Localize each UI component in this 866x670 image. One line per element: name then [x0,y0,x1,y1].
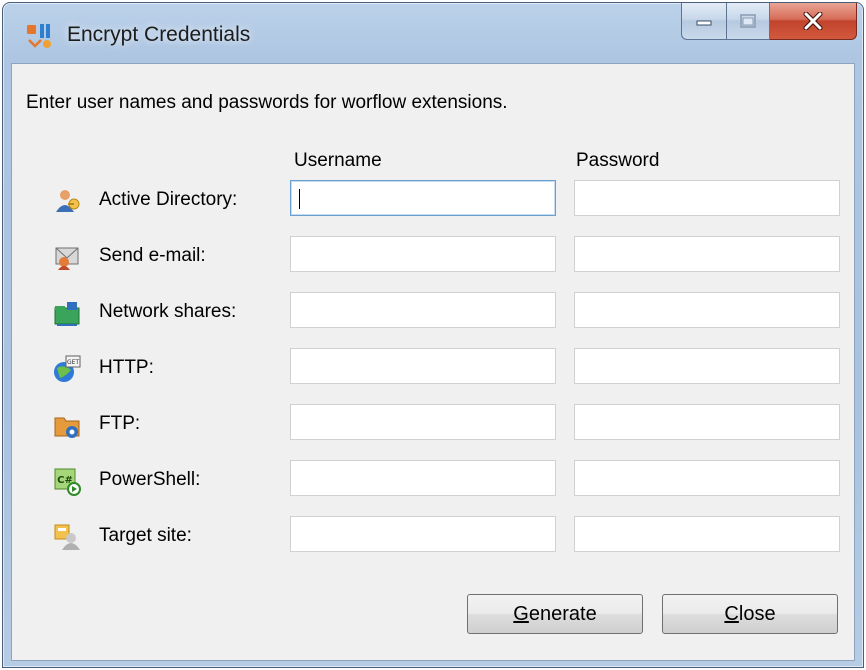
send-email-username-field[interactable] [290,236,556,272]
maximize-button[interactable] [727,3,770,40]
credential-row-ftp: FTP: [12,404,854,444]
close-window-button[interactable] [770,3,857,40]
powershell-username-field[interactable] [290,460,556,496]
target-site-username-field[interactable] [290,516,556,552]
ftp-icon [54,417,80,438]
window-title: Encrypt Credentials [67,23,251,46]
target-site-password-field[interactable] [574,516,840,552]
maximize-icon [740,14,756,28]
minimize-button[interactable] [681,3,727,40]
app-icon [27,24,51,48]
ftp-password-field[interactable] [574,404,840,440]
http-username-field[interactable] [290,348,556,384]
network-share-icon [54,302,80,326]
active-directory-icon [56,190,80,212]
http-password-field[interactable] [574,348,840,384]
close-label-rest: lose [738,602,776,625]
row-label: HTTP: [99,357,154,378]
credential-row-powershell: C# PowerShell: [12,460,854,500]
credential-row-send-email: Send e-mail: [12,236,854,276]
svg-text:GET: GET [67,359,79,366]
close-button[interactable]: Close [662,594,838,634]
network-shares-password-field[interactable] [574,292,840,328]
credential-row-http: GET HTTP: [12,348,854,388]
text-caret [299,189,300,209]
row-label: Target site: [99,525,192,546]
credential-row-target-site: Target site: [12,516,854,556]
encrypt-credentials-window: Encrypt Credentials Enter user names and… [2,2,864,668]
row-label: FTP: [99,413,141,434]
active-directory-password-field[interactable] [574,180,840,216]
row-label: PowerShell: [99,469,201,490]
network-shares-username-field[interactable] [290,292,556,328]
generate-button[interactable]: Generate [467,594,643,634]
credential-row-network-shares: Network shares: [12,292,854,332]
row-label: Network shares: [99,301,237,322]
powershell-password-field[interactable] [574,460,840,496]
title-bar[interactable]: Encrypt Credentials [3,3,863,63]
minimize-icon [696,20,712,26]
target-site-icon [54,524,80,550]
ftp-username-field[interactable] [290,404,556,440]
active-directory-username-field[interactable] [290,180,556,216]
username-header: Username [294,150,382,171]
instruction-text: Enter user names and passwords for worfl… [26,92,508,113]
generate-mnemonic: G [513,602,529,625]
password-header: Password [576,150,660,171]
row-label: Send e-mail: [99,245,206,266]
send-email-password-field[interactable] [574,236,840,272]
dialog-body: Enter user names and passwords for worfl… [11,63,855,661]
email-icon [55,247,79,270]
close-mnemonic: C [724,602,739,625]
powershell-icon: C# [54,468,81,496]
credential-row-active-directory: Active Directory: [12,180,854,220]
generate-label-rest: enerate [528,602,597,625]
close-icon [803,12,823,30]
http-icon: GET [54,355,81,382]
window-controls [681,3,857,40]
row-label: Active Directory: [99,189,238,210]
